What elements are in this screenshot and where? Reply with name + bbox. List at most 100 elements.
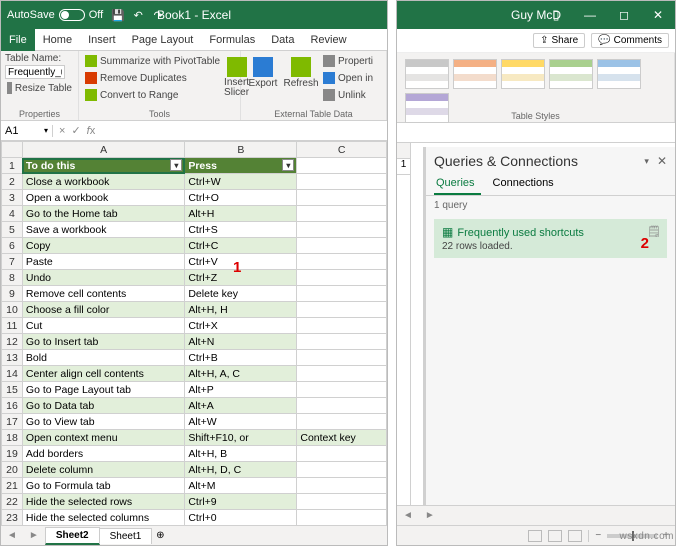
- tab-home[interactable]: Home: [35, 29, 80, 51]
- cell[interactable]: [297, 158, 387, 174]
- filter-dropdown-icon[interactable]: ▾: [282, 159, 294, 171]
- worksheet-grid[interactable]: A B C 1 To do this▾ Press▾ 2 Close a wor…: [1, 141, 387, 525]
- cell[interactable]: Alt+H, A, C: [185, 366, 297, 382]
- unlink-button[interactable]: Unlink: [321, 87, 375, 103]
- table-name-input[interactable]: [5, 65, 65, 79]
- cell[interactable]: [297, 462, 387, 478]
- table-style-thumb[interactable]: [597, 59, 641, 89]
- cell[interactable]: [297, 414, 387, 430]
- query-edit-icon[interactable]: 🗒: [647, 225, 661, 238]
- close-button[interactable]: ✕: [641, 1, 675, 29]
- cell[interactable]: Ctrl+V: [185, 254, 297, 270]
- cell[interactable]: [297, 366, 387, 382]
- view-break-icon[interactable]: [568, 530, 582, 542]
- autosave-toggle[interactable]: AutoSave Off: [7, 9, 103, 21]
- cell[interactable]: [297, 270, 387, 286]
- row-header[interactable]: 21: [2, 478, 23, 494]
- cell[interactable]: [297, 398, 387, 414]
- pivot-button[interactable]: Summarize with PivotTable: [83, 53, 222, 69]
- add-sheet-button[interactable]: ⊕: [151, 530, 169, 541]
- cell[interactable]: Ctrl+9: [185, 494, 297, 510]
- cell[interactable]: [297, 510, 387, 526]
- cell[interactable]: Hide the selected columns: [22, 510, 184, 526]
- cell[interactable]: Delete key: [185, 286, 297, 302]
- row-header[interactable]: 19: [2, 446, 23, 462]
- convert-range-button[interactable]: Convert to Range: [83, 87, 222, 103]
- comments-button[interactable]: 💬Comments: [591, 33, 669, 48]
- cell[interactable]: Remove cell contents: [22, 286, 184, 302]
- col-header-b[interactable]: B: [185, 142, 297, 158]
- row-header[interactable]: 10: [2, 302, 23, 318]
- tab-page-layout[interactable]: Page Layout: [124, 29, 202, 51]
- cell[interactable]: Alt+A: [185, 398, 297, 414]
- close-pane-icon[interactable]: ✕: [657, 154, 667, 168]
- cell[interactable]: Center align cell contents: [22, 366, 184, 382]
- row-header[interactable]: 5: [2, 222, 23, 238]
- export-button[interactable]: Export: [245, 53, 281, 103]
- sheet-nav-prev[interactable]: ◄: [397, 510, 419, 521]
- table-header-cell[interactable]: Press▾: [185, 158, 297, 174]
- row-header[interactable]: 1: [2, 158, 23, 174]
- row-header[interactable]: 7: [2, 254, 23, 270]
- table-style-thumb[interactable]: [405, 59, 449, 89]
- cell[interactable]: Alt+M: [185, 478, 297, 494]
- sheet-tab-active[interactable]: Sheet2: [45, 527, 100, 545]
- cell[interactable]: [297, 238, 387, 254]
- row-header[interactable]: 14: [2, 366, 23, 382]
- chevron-down-icon[interactable]: ▾: [644, 156, 649, 167]
- cell[interactable]: Open context menu: [22, 430, 184, 446]
- undo-icon[interactable]: ↶: [131, 8, 145, 22]
- cell[interactable]: Alt+H, D, C: [185, 462, 297, 478]
- cell[interactable]: [297, 494, 387, 510]
- autosave-switch-icon[interactable]: [59, 9, 85, 21]
- table-style-thumb[interactable]: [549, 59, 593, 89]
- cell[interactable]: Paste: [22, 254, 184, 270]
- enter-icon[interactable]: ✓: [71, 124, 80, 137]
- cell[interactable]: [297, 478, 387, 494]
- cell[interactable]: Go to Formula tab: [22, 478, 184, 494]
- cell[interactable]: [297, 254, 387, 270]
- table-style-thumb[interactable]: [453, 59, 497, 89]
- cell[interactable]: Alt+P: [185, 382, 297, 398]
- refresh-button[interactable]: Refresh: [283, 53, 319, 103]
- tab-insert[interactable]: Insert: [80, 29, 124, 51]
- tab-data[interactable]: Data: [263, 29, 302, 51]
- sheet-nav-next[interactable]: ►: [23, 530, 45, 541]
- row-header[interactable]: 13: [2, 350, 23, 366]
- row-header[interactable]: 17: [2, 414, 23, 430]
- cell[interactable]: Ctrl+S: [185, 222, 297, 238]
- cell[interactable]: Go to the Home tab: [22, 206, 184, 222]
- cell[interactable]: Alt+N: [185, 334, 297, 350]
- cancel-icon[interactable]: ×: [59, 125, 65, 137]
- cell[interactable]: [297, 190, 387, 206]
- view-layout-icon[interactable]: [548, 530, 562, 542]
- zoom-out-icon[interactable]: −: [595, 530, 601, 541]
- row-header[interactable]: 9: [2, 286, 23, 302]
- cell[interactable]: Cut: [22, 318, 184, 334]
- row-header[interactable]: 11: [2, 318, 23, 334]
- chevron-down-icon[interactable]: ▾: [44, 126, 48, 135]
- cell[interactable]: [297, 334, 387, 350]
- tab-file[interactable]: File: [1, 29, 35, 51]
- sheet-tab[interactable]: Sheet1: [99, 528, 153, 544]
- cell[interactable]: [297, 382, 387, 398]
- cell[interactable]: Go to Page Layout tab: [22, 382, 184, 398]
- cell[interactable]: Ctrl+X: [185, 318, 297, 334]
- cell[interactable]: Copy: [22, 238, 184, 254]
- row-header[interactable]: 20: [2, 462, 23, 478]
- cell[interactable]: Ctrl+C: [185, 238, 297, 254]
- query-item[interactable]: ▦Frequently used shortcuts 🗒 22 rows loa…: [434, 219, 667, 258]
- row-header[interactable]: 22: [2, 494, 23, 510]
- cell[interactable]: Shift+F10, or: [185, 430, 297, 446]
- cell[interactable]: Go to Insert tab: [22, 334, 184, 350]
- tab-queries[interactable]: Queries: [434, 175, 481, 195]
- maximize-button[interactable]: ◻: [607, 1, 641, 29]
- tab-connections[interactable]: Connections: [491, 175, 560, 195]
- col-header-a[interactable]: A: [22, 142, 184, 158]
- name-box[interactable]: A1▾: [1, 125, 53, 137]
- row-header[interactable]: 18: [2, 430, 23, 446]
- col-header-c[interactable]: C: [297, 142, 387, 158]
- cell[interactable]: Open a workbook: [22, 190, 184, 206]
- row-header[interactable]: 23: [2, 510, 23, 526]
- cell[interactable]: Ctrl+B: [185, 350, 297, 366]
